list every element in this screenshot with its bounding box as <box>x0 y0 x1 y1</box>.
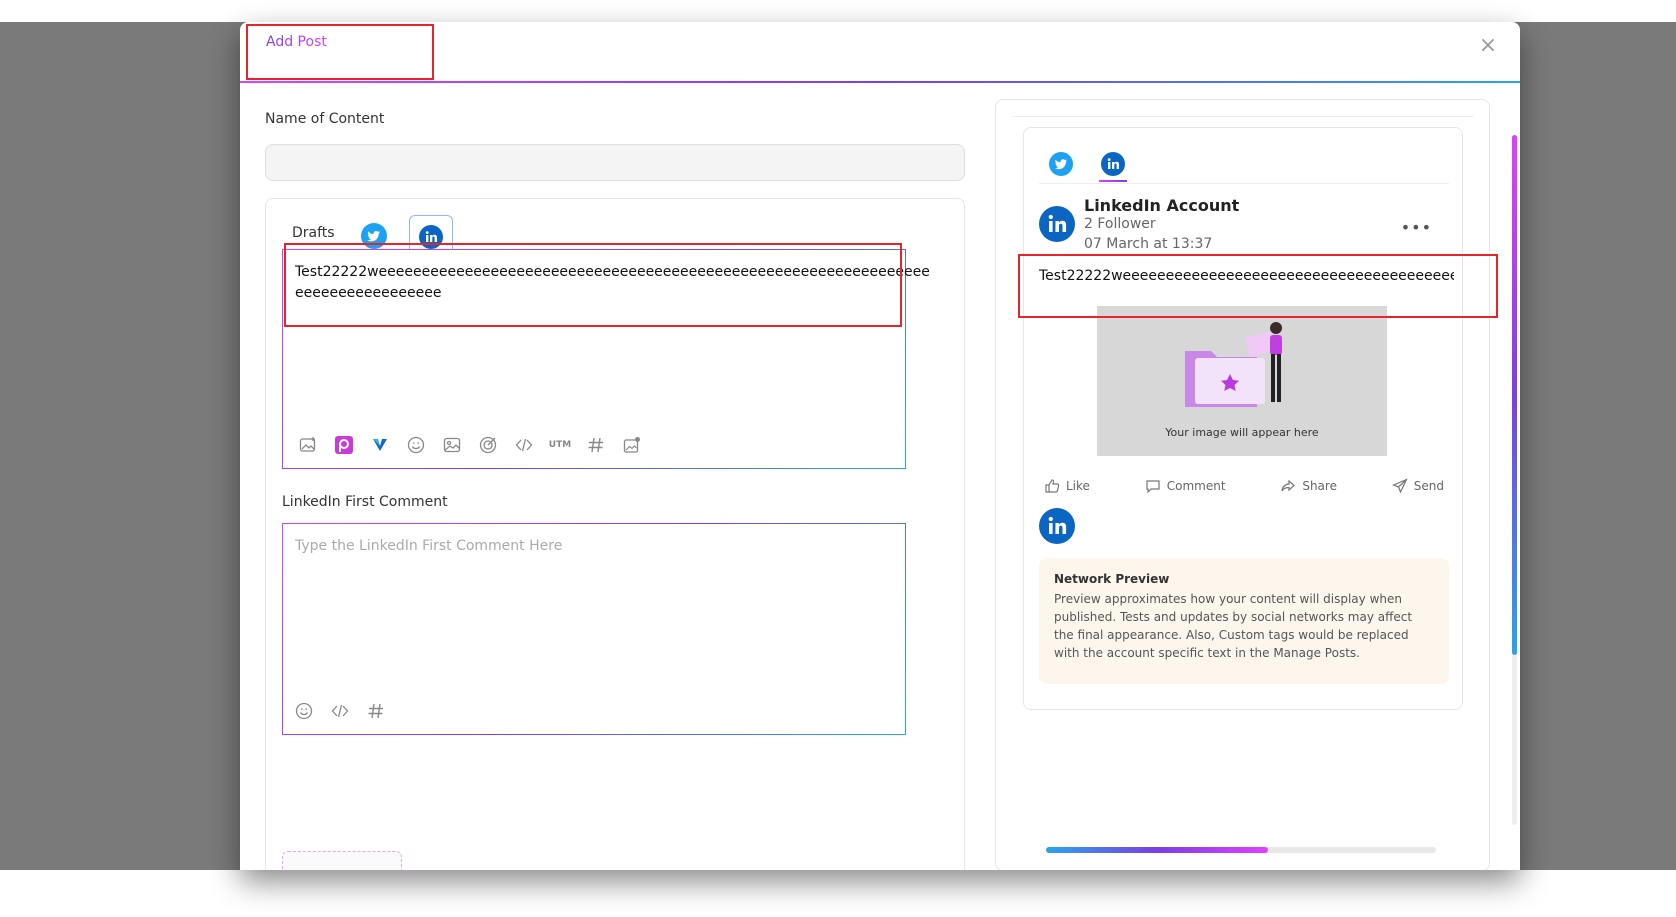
post-text-content[interactable]: Test22222weeeeeeeeeeeeeeeeeeeeeeeeeeeeee… <box>295 262 935 304</box>
code-icon[interactable] <box>329 700 351 722</box>
image-add-icon[interactable] <box>297 434 319 456</box>
vista-icon[interactable] <box>369 434 391 456</box>
media-library-icon[interactable] <box>621 434 643 456</box>
account-followers: 2 Follower <box>1084 216 1156 232</box>
send-icon <box>1391 478 1408 494</box>
active-tab-indicator <box>1099 180 1127 182</box>
image-caption: Your image will appear here <box>1165 426 1319 439</box>
media-upload-dropzone[interactable] <box>282 851 402 870</box>
preview-progress-bar <box>1046 847 1436 853</box>
share-button[interactable]: Share <box>1280 478 1337 494</box>
emoji-icon[interactable] <box>405 434 427 456</box>
linkedin-tab[interactable] <box>409 215 453 253</box>
first-comment-editor[interactable]: Type the LinkedIn First Comment Here <box>282 523 906 735</box>
send-button[interactable]: Send <box>1391 478 1444 494</box>
comment-button[interactable]: Comment <box>1145 478 1226 494</box>
name-of-content-label: Name of Content <box>265 111 385 127</box>
post-date: 07 March at 13:37 <box>1084 236 1213 252</box>
like-button[interactable]: Like <box>1044 478 1090 494</box>
network-preview-note: Network Preview Preview approximates how… <box>1039 558 1449 684</box>
linkedin-tab-icon <box>419 225 443 249</box>
comment-label: Comment <box>1166 479 1226 493</box>
first-comment-label: LinkedIn First Comment <box>282 494 448 510</box>
preview-progress-fill <box>1046 847 1269 853</box>
post-editor[interactable]: Test22222weeeeeeeeeeeeeeeeeeeeeeeeeeeeee… <box>282 249 930 469</box>
hashtag-icon[interactable] <box>585 434 607 456</box>
drafts-tab[interactable]: Drafts <box>292 225 335 241</box>
modal-header: Add Post × <box>240 22 1520 83</box>
note-body: Preview approximates how your content wi… <box>1054 592 1413 660</box>
linkedin-avatar-icon <box>1039 206 1075 242</box>
code-icon[interactable] <box>513 434 535 456</box>
modal-title: Add Post <box>266 34 327 50</box>
scrollbar-thumb[interactable] <box>1512 135 1517 655</box>
send-label: Send <box>1413 479 1444 493</box>
utm-icon[interactable]: UTM <box>549 434 571 456</box>
preview-panel: LinkedIn Account 2 Follower 07 March at … <box>995 99 1490 870</box>
gallery-icon[interactable] <box>441 434 463 456</box>
linkedin-preview-card: LinkedIn Account 2 Follower 07 March at … <box>1023 127 1463 710</box>
emoji-icon[interactable] <box>293 700 315 722</box>
close-button[interactable]: × <box>1478 35 1498 57</box>
add-post-modal: Add Post × Name of Content Drafts Test22… <box>240 22 1520 870</box>
twitter-tab-icon[interactable] <box>361 223 387 249</box>
folder-illustration <box>1185 322 1282 407</box>
share-icon <box>1281 479 1296 492</box>
hashtag-icon[interactable] <box>365 700 387 722</box>
account-name: LinkedIn Account <box>1084 196 1240 215</box>
modal-scrollbar[interactable] <box>1512 135 1517 825</box>
preview-divider <box>1012 116 1474 117</box>
preview-post-text: Test22222weeeeeeeeeeeeeeeeeeeeeeeeeeeeee… <box>1039 268 1454 284</box>
image-placeholder: Your image will appear here <box>1097 306 1387 456</box>
editor-toolbar: UTM <box>297 434 643 456</box>
comment-icon <box>1146 480 1160 494</box>
note-title: Network Preview <box>1054 572 1170 586</box>
header-divider <box>240 81 1520 83</box>
post-actions: Like Comment Share Send <box>1044 478 1444 494</box>
twitter-preview-tab-icon[interactable] <box>1049 152 1073 176</box>
comment-toolbar <box>293 700 387 722</box>
name-of-content-input[interactable] <box>265 144 965 181</box>
first-comment-placeholder[interactable]: Type the LinkedIn First Comment Here <box>295 538 562 554</box>
linkedin-logo-icon <box>1039 508 1075 544</box>
picsart-icon[interactable] <box>333 434 355 456</box>
target-icon[interactable] <box>477 434 499 456</box>
editor-card: Drafts Test22222weeeeeeeeeeeeeeeeeeeeeee… <box>265 198 965 870</box>
thumbs-up-icon <box>1045 479 1060 493</box>
like-label: Like <box>1066 479 1090 493</box>
share-label: Share <box>1302 479 1337 493</box>
more-options-icon[interactable]: ••• <box>1401 218 1432 237</box>
linkedin-preview-tab-icon[interactable] <box>1101 152 1125 176</box>
preview-tabs-divider <box>1039 183 1449 184</box>
